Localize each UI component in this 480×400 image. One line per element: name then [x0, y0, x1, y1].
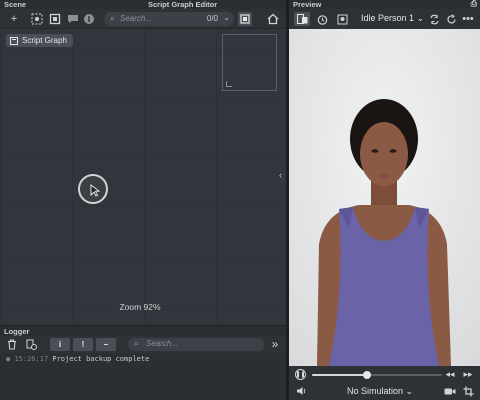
log-entry: ● 15:26:17 Project backup complete: [6, 355, 149, 363]
comment-icon[interactable]: [66, 12, 80, 26]
log-message: Project backup complete: [52, 355, 150, 363]
preview-toolbar: Idle Person 1 ⌄ •••: [289, 9, 480, 29]
camera-icon[interactable]: [442, 384, 458, 398]
script-graph-chip[interactable]: Script Graph: [6, 34, 73, 47]
panel-header-bar: Scene Script Graph Editor: [0, 0, 286, 9]
logger-search-field[interactable]: ⌕ Search...: [128, 338, 264, 351]
logger-search-placeholder: Search...: [146, 339, 179, 348]
step-forward-icon[interactable]: ▸▸: [460, 367, 476, 381]
graph-search-field[interactable]: ⌕ Search... 0/0 ⌄: [104, 12, 234, 26]
face-tracking-icon[interactable]: [334, 12, 350, 26]
script-graph-chip-label: Script Graph: [22, 36, 67, 45]
info-circle-icon[interactable]: [82, 12, 96, 26]
device-view-icon[interactable]: [294, 12, 310, 26]
search-icon: ⌕: [110, 13, 116, 23]
plus-icon[interactable]: +: [7, 12, 21, 26]
search-icon: ⌕: [134, 339, 139, 348]
log-timestamp: 15:26:17: [14, 355, 49, 363]
log-bullet-icon: ●: [6, 355, 11, 363]
scene-title: Scene: [4, 0, 27, 9]
logger-header: Logger: [0, 325, 286, 336]
editor-toolbar: + ⌕ Search... 0/0 ⌄: [0, 9, 286, 29]
editor-title: Script Graph Editor: [148, 0, 218, 9]
home-icon[interactable]: [266, 12, 280, 26]
preview-bottom-bar: No Simulation ⌄: [289, 383, 480, 400]
frame-view-icon[interactable]: [238, 12, 252, 26]
reset-icon[interactable]: [443, 12, 459, 26]
frame-select-icon[interactable]: [48, 12, 62, 26]
person-preview-image: [289, 29, 480, 366]
minimap-corner-icon: [226, 81, 232, 87]
step-back-icon[interactable]: ◂◂: [442, 367, 458, 381]
person-selector[interactable]: Idle Person 1 ⌄: [361, 13, 424, 24]
timer-icon[interactable]: [314, 12, 330, 26]
graph-search-placeholder: Search...: [120, 14, 153, 23]
zoom-level-label: Zoom 92%: [119, 302, 161, 312]
preview-title: Preview: [293, 0, 322, 9]
more-options-icon[interactable]: •••: [460, 12, 476, 26]
preview-viewport[interactable]: [289, 29, 480, 366]
crop-icon[interactable]: [460, 384, 476, 398]
detach-icon[interactable]: ⎙: [471, 0, 477, 9]
info-filter-button[interactable]: i: [50, 338, 70, 351]
timeline-progress: [312, 374, 367, 376]
pointer-cursor-icon: [90, 184, 100, 197]
graph-icon: [10, 36, 18, 45]
warning-filter-button[interactable]: !: [73, 338, 93, 351]
logger-toolbar: i ! – ⌕ Search... »: [0, 336, 286, 353]
logger-title: Logger: [4, 327, 30, 336]
mouse-cursor-indicator: [78, 174, 108, 204]
error-icon: –: [103, 340, 109, 349]
graph-minimap[interactable]: [222, 34, 277, 91]
swap-camera-icon[interactable]: [426, 12, 442, 26]
chevron-down-icon[interactable]: ⌄: [223, 13, 230, 22]
double-chevron-right-icon[interactable]: »: [268, 337, 282, 351]
simulation-selector-label: No Simulation: [347, 386, 404, 396]
simulation-selector[interactable]: No Simulation ⌄: [347, 386, 413, 397]
speaker-icon[interactable]: [293, 384, 309, 398]
chevron-down-icon: ⌄: [405, 386, 414, 396]
info-icon: i: [58, 340, 62, 349]
person-selector-label: Idle Person 1: [361, 13, 415, 23]
logger-output: ● 15:26:17 Project backup complete: [0, 353, 286, 400]
warning-icon: !: [81, 340, 85, 349]
timeline-slider[interactable]: [312, 371, 442, 379]
pause-icon[interactable]: ❚❚: [295, 369, 306, 380]
brush-select-icon[interactable]: [30, 12, 44, 26]
chevron-down-icon: ⌄: [416, 13, 425, 23]
clear-filter-icon[interactable]: [24, 337, 38, 351]
chevron-left-icon[interactable]: ‹: [279, 170, 286, 182]
search-result-count: 0/0: [206, 14, 218, 23]
trash-icon[interactable]: [5, 337, 19, 351]
error-filter-button[interactable]: –: [96, 338, 116, 351]
timeline-thumb[interactable]: [362, 371, 371, 379]
preview-header: Preview ⎙: [289, 0, 480, 9]
playback-controls: ❚❚ ◂◂ ▸▸: [289, 366, 480, 383]
